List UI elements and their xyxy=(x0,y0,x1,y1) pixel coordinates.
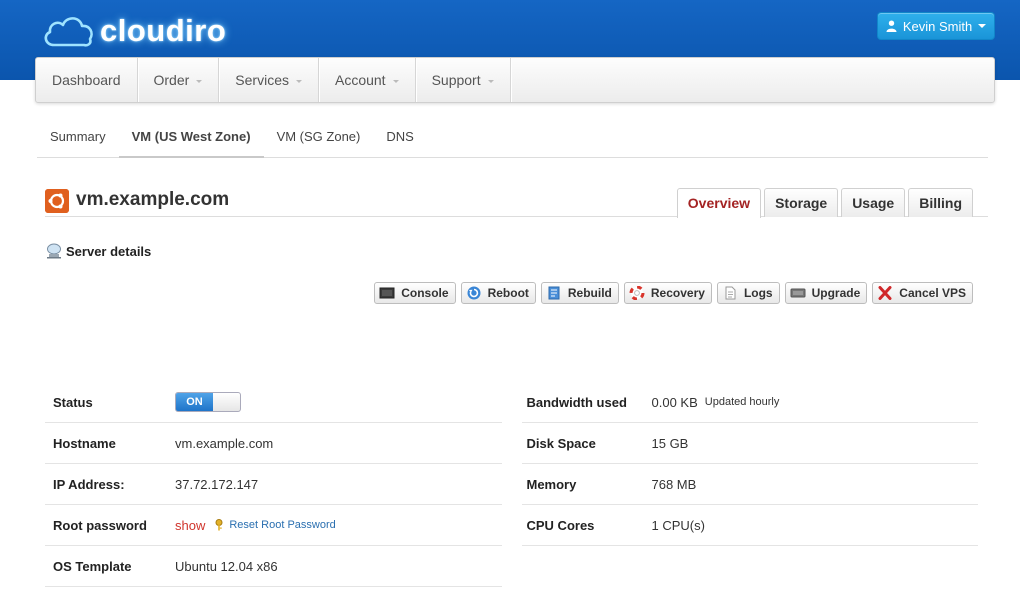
button-label: Console xyxy=(401,286,449,300)
tab-billing[interactable]: Billing xyxy=(908,188,973,217)
memory-value: 768 MB xyxy=(651,476,697,492)
server-icon xyxy=(47,243,61,259)
main-nav: Dashboard Order Services Account Support xyxy=(35,57,995,103)
nav-label: Order xyxy=(153,72,190,88)
disk-space-label: Disk Space xyxy=(526,435,596,451)
nav-item-support[interactable]: Support xyxy=(416,58,511,102)
tab-vm-us-west[interactable]: VM (US West Zone) xyxy=(118,118,264,158)
upgrade-button[interactable]: Upgrade xyxy=(784,282,868,304)
console-button[interactable]: Console xyxy=(374,282,456,304)
upgrade-icon xyxy=(790,288,806,298)
cloud-icon xyxy=(44,17,93,47)
tab-overview[interactable]: Overview xyxy=(676,188,762,218)
ip-value: 37.72.172.147 xyxy=(175,476,259,492)
user-name: Kevin Smith xyxy=(902,18,973,34)
nav-item-dashboard[interactable]: Dashboard xyxy=(36,58,138,102)
toggle-on-label: ON xyxy=(176,393,213,411)
button-label: Rebuild xyxy=(567,286,612,300)
bandwidth-label: Bandwidth used xyxy=(526,394,627,410)
rebuild-icon xyxy=(548,286,560,300)
table-row: Status ON xyxy=(45,382,502,423)
chevron-down-icon xyxy=(487,79,494,83)
button-label: Reboot xyxy=(487,286,529,300)
section-title: Server details xyxy=(66,243,152,259)
table-row: OS Template Ubuntu 12.04 x86 xyxy=(45,546,502,587)
reset-root-password-link[interactable]: Reset Root Password xyxy=(229,519,335,531)
user-icon xyxy=(886,20,897,32)
table-row: CPU Cores 1 CPU(s) xyxy=(521,505,978,546)
rebuild-button[interactable]: Rebuild xyxy=(540,282,619,304)
tab-usage[interactable]: Usage xyxy=(841,188,906,217)
button-label: Logs xyxy=(743,286,773,300)
table-row: IP Address: 37.72.172.147 xyxy=(45,464,502,505)
tab-summary[interactable]: Summary xyxy=(37,118,119,158)
vm-hostname-title: vm.example.com xyxy=(76,189,230,210)
chevron-down-icon xyxy=(295,79,302,83)
bandwidth-amount: 0.00 KB xyxy=(651,394,698,410)
recovery-button[interactable]: Recovery xyxy=(623,282,712,304)
table-row: Bandwidth used 0.00 KB Updated hourly xyxy=(521,382,978,423)
cpu-cores-value: 1 CPU(s) xyxy=(651,517,705,533)
root-password-value: show Reset Root Password xyxy=(175,518,336,533)
show-password-link[interactable]: show xyxy=(175,518,205,533)
ubuntu-icon xyxy=(45,189,69,213)
key-icon xyxy=(215,519,223,531)
chevron-down-icon xyxy=(196,79,203,83)
root-password-label: Root password xyxy=(53,517,147,533)
table-row: Disk Space 15 GB xyxy=(521,423,978,464)
table-row: Memory 768 MB xyxy=(521,464,978,505)
ip-label: IP Address: xyxy=(53,476,125,492)
disk-space-value: 15 GB xyxy=(651,435,689,451)
section-heading: Server details xyxy=(46,243,151,259)
os-template-label: OS Template xyxy=(53,558,132,574)
details-column-right: Bandwidth used 0.00 KB Updated hourly Di… xyxy=(521,382,978,587)
details-column-left: Status ON Hostname vm.example.com IP Add… xyxy=(45,382,502,587)
tab-dns[interactable]: DNS xyxy=(373,118,426,158)
cancel-icon xyxy=(878,286,892,300)
status-value: ON xyxy=(175,392,241,412)
bandwidth-value: 0.00 KB Updated hourly xyxy=(652,395,780,410)
button-label: Recovery xyxy=(650,286,705,300)
table-row: Hostname vm.example.com xyxy=(45,423,502,464)
reboot-icon xyxy=(467,286,481,300)
button-label: Upgrade xyxy=(811,286,861,300)
hostname-label: Hostname xyxy=(53,435,116,451)
chevron-down-icon xyxy=(392,79,399,83)
nav-item-order[interactable]: Order xyxy=(138,58,220,102)
os-template-value: Ubuntu 12.04 x86 xyxy=(175,558,278,574)
status-label: Status xyxy=(53,394,93,410)
nav-item-services[interactable]: Services xyxy=(219,58,319,102)
memory-label: Memory xyxy=(526,476,577,492)
vm-actions: Console Reboot Rebuild Recovery Logs Upg… xyxy=(374,282,973,304)
lifebuoy-icon xyxy=(629,286,645,300)
document-icon xyxy=(725,286,736,300)
user-menu-button[interactable]: Kevin Smith xyxy=(877,12,995,40)
bandwidth-note: Updated hourly xyxy=(704,396,780,408)
hostname-value: vm.example.com xyxy=(175,435,274,451)
console-icon xyxy=(379,287,395,299)
tab-storage[interactable]: Storage xyxy=(764,188,839,217)
table-row: Root password show Reset Root Password xyxy=(45,505,502,546)
vm-header: vm.example.com Overview Storage Usage Bi… xyxy=(45,186,988,218)
tab-vm-sg[interactable]: VM (SG Zone) xyxy=(264,118,374,158)
brand-logo[interactable]: cloudiro xyxy=(40,6,226,56)
reboot-button[interactable]: Reboot xyxy=(460,282,536,304)
brand-name: cloudiro xyxy=(100,13,227,48)
nav-label: Services xyxy=(235,72,289,88)
chevron-down-icon xyxy=(978,24,987,28)
server-details-table: Status ON Hostname vm.example.com IP Add… xyxy=(45,382,978,587)
nav-label: Account xyxy=(334,72,386,88)
cancel-vps-button[interactable]: Cancel VPS xyxy=(872,282,973,304)
button-label: Cancel VPS xyxy=(899,286,966,300)
nav-label: Dashboard xyxy=(52,72,121,88)
nav-label: Support xyxy=(431,72,481,88)
nav-item-account[interactable]: Account xyxy=(319,58,416,102)
zone-tabs: Summary VM (US West Zone) VM (SG Zone) D… xyxy=(37,118,988,158)
vm-tabs: Overview Storage Usage Billing xyxy=(676,188,973,218)
logs-button[interactable]: Logs xyxy=(716,282,780,304)
status-toggle[interactable]: ON xyxy=(175,392,241,412)
cpu-cores-label: CPU Cores xyxy=(526,517,595,533)
